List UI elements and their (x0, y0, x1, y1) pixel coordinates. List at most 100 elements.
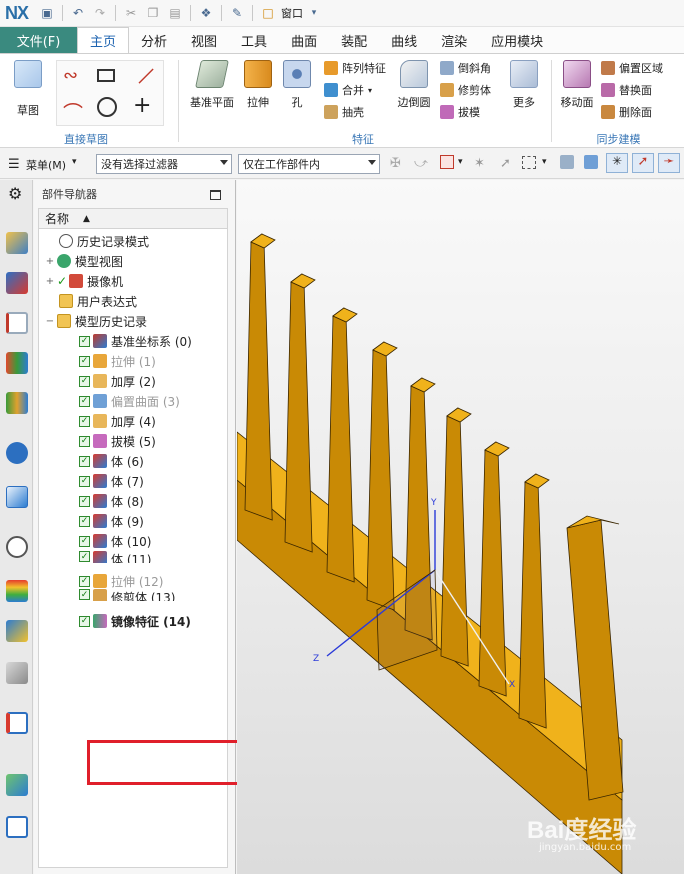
feature-checkbox[interactable]: ✓ (79, 395, 90, 407)
tab-surface[interactable]: 曲面 (279, 27, 329, 53)
tab-analysis[interactable]: 分析 (129, 27, 179, 53)
redo-icon[interactable]: ↷ (92, 5, 108, 21)
snap-active-icon[interactable]: ✳ (606, 153, 628, 173)
face-select-icon[interactable] (440, 155, 454, 169)
list-item[interactable]: − 模型历史记录 (39, 311, 227, 331)
list-item[interactable]: + ✓ 摄像机 (39, 271, 227, 291)
list-item[interactable]: ✓ 体 (11) (39, 551, 227, 563)
feature-checkbox[interactable]: ✓ (79, 355, 90, 367)
chevron-down-icon[interactable]: ▾ (542, 157, 547, 167)
trim-body-button[interactable]: 修剪体 (440, 82, 491, 98)
window-menu[interactable]: 窗口 (281, 5, 303, 21)
feature-checkbox[interactable]: ✓ (79, 415, 90, 427)
list-icon[interactable] (6, 816, 28, 838)
touch-mode-icon[interactable]: ❖ (198, 5, 214, 21)
palette-icon[interactable] (6, 580, 28, 602)
list-item[interactable]: ✓ 加厚 (2) (39, 371, 227, 391)
add-select-icon[interactable]: ✶ (474, 156, 485, 171)
list-item[interactable]: ✓ 体 (8) (39, 491, 227, 511)
list-item[interactable]: ✓ 拉伸 (1) (39, 351, 227, 371)
expand-icon[interactable]: + (45, 276, 55, 287)
graphics-viewport[interactable]: Y Z X Bai度经验 jingyan.baidu.com (237, 180, 684, 874)
chamfer-button[interactable]: 倒斜角 (440, 60, 491, 76)
move-face-button[interactable]: 移动面 (557, 60, 597, 110)
sketch-button[interactable]: 草图 (8, 60, 48, 118)
list-item[interactable]: 历史记录模式 (39, 231, 227, 251)
list-item[interactable]: ✓ 加厚 (4) (39, 411, 227, 431)
more-button[interactable]: 更多 (506, 60, 542, 110)
curve-snap-icon[interactable]: ➛ (658, 153, 680, 173)
web-browser-icon[interactable] (6, 486, 28, 508)
feature-checkbox[interactable]: ✓ (79, 551, 90, 562)
cube-view-icon[interactable] (584, 155, 598, 169)
rectangle-icon[interactable] (97, 69, 115, 82)
delete-face-button[interactable]: 删除面 (601, 104, 652, 120)
feature-checkbox[interactable]: ✓ (79, 535, 90, 547)
list-item[interactable]: ✓ 体 (7) (39, 471, 227, 491)
maximize-icon[interactable] (210, 190, 221, 200)
pattern-feature-button[interactable]: 阵列特征 (324, 60, 386, 76)
draft-button[interactable]: 拔模 (440, 104, 480, 120)
reuse-library-icon[interactable] (6, 352, 28, 374)
constraint-navigator-icon[interactable] (6, 272, 28, 294)
menu-icon[interactable]: ☰ (8, 157, 20, 172)
extrude-button[interactable]: 拉伸 (240, 60, 276, 110)
list-item[interactable]: ✓ 修剪体 (13) (39, 589, 227, 601)
manufacturing-wizard-icon[interactable] (6, 662, 28, 684)
feature-checkbox[interactable]: ✓ (79, 495, 90, 507)
tab-file[interactable]: 文件(F) (0, 27, 77, 53)
menu-button[interactable]: 菜单(M) (26, 157, 66, 173)
list-item[interactable]: ✓ 镜像特征 (14) (39, 611, 227, 631)
cut-icon[interactable]: ✂ (123, 5, 139, 21)
snap-point-icon[interactable]: ✠ (390, 156, 401, 171)
feature-checkbox[interactable]: ✓ (79, 375, 90, 387)
feature-checkbox[interactable]: ✓ (79, 589, 90, 600)
tab-tools[interactable]: 工具 (229, 27, 279, 53)
history-icon[interactable] (6, 536, 28, 558)
repeat-command-icon[interactable]: ✎ (229, 5, 245, 21)
process-studio-icon[interactable] (6, 620, 28, 642)
visualization-icon[interactable] (6, 774, 28, 796)
list-item[interactable]: ✓ 体 (10) (39, 531, 227, 551)
datum-plane-button[interactable]: 基准平面 (186, 60, 238, 110)
gear-icon[interactable]: ⚙ (8, 184, 22, 203)
list-item[interactable]: ✓ 拉伸 (12) (39, 571, 227, 591)
edge-blend-button[interactable]: 边倒圆 (394, 60, 434, 110)
expand-icon[interactable]: + (45, 256, 55, 267)
list-item[interactable]: ✓ 偏置曲面 (3) (39, 391, 227, 411)
feature-checkbox[interactable]: ✓ (79, 455, 90, 467)
replace-face-button[interactable]: 替换面 (601, 82, 652, 98)
assembly-navigator-icon[interactable] (6, 232, 28, 254)
hole-button[interactable]: 孔 (280, 60, 314, 110)
feature-checkbox[interactable]: ✓ (79, 515, 90, 527)
chevron-down-icon[interactable]: ▾ (306, 5, 322, 21)
spline-icon[interactable]: ∾ (63, 65, 78, 86)
view-style-icon[interactable] (560, 155, 574, 169)
system-materials-icon[interactable] (6, 712, 28, 734)
list-item[interactable]: ✓ 体 (6) (39, 451, 227, 471)
select-mode-icon[interactable]: ⤻ (414, 156, 428, 171)
column-header-name[interactable]: 名称 ▲ (39, 209, 227, 229)
part-navigator-icon[interactable] (6, 312, 28, 334)
tab-view[interactable]: 视图 (179, 27, 229, 53)
feature-checkbox[interactable]: ✓ (79, 335, 90, 347)
list-item[interactable]: 用户表达式 (39, 291, 227, 311)
shell-button[interactable]: 抽壳 (324, 104, 364, 120)
info-icon[interactable] (6, 442, 28, 464)
paste-icon[interactable]: ▤ (167, 5, 183, 21)
line-icon[interactable]: ― (129, 59, 160, 90)
roles-icon[interactable] (6, 392, 28, 414)
list-item[interactable]: ✓ 体 (9) (39, 511, 227, 531)
chevron-down-icon[interactable]: ▾ (368, 86, 372, 95)
feature-checkbox[interactable]: ✓ (79, 475, 90, 487)
chevron-down-icon[interactable]: ▾ (72, 157, 77, 167)
tab-render[interactable]: 渲染 (429, 27, 479, 53)
list-item[interactable]: + 模型视图 (39, 251, 227, 271)
feature-checkbox[interactable]: ✓ (79, 575, 90, 587)
collapse-icon[interactable]: − (45, 316, 55, 327)
unite-button[interactable]: 合并 ▾ (324, 82, 372, 98)
feature-checkbox[interactable]: ✓ (79, 435, 90, 447)
window-icon[interactable]: □ (260, 5, 276, 21)
tab-assembly[interactable]: 装配 (329, 27, 379, 53)
undo-icon[interactable]: ↶ (70, 5, 86, 21)
